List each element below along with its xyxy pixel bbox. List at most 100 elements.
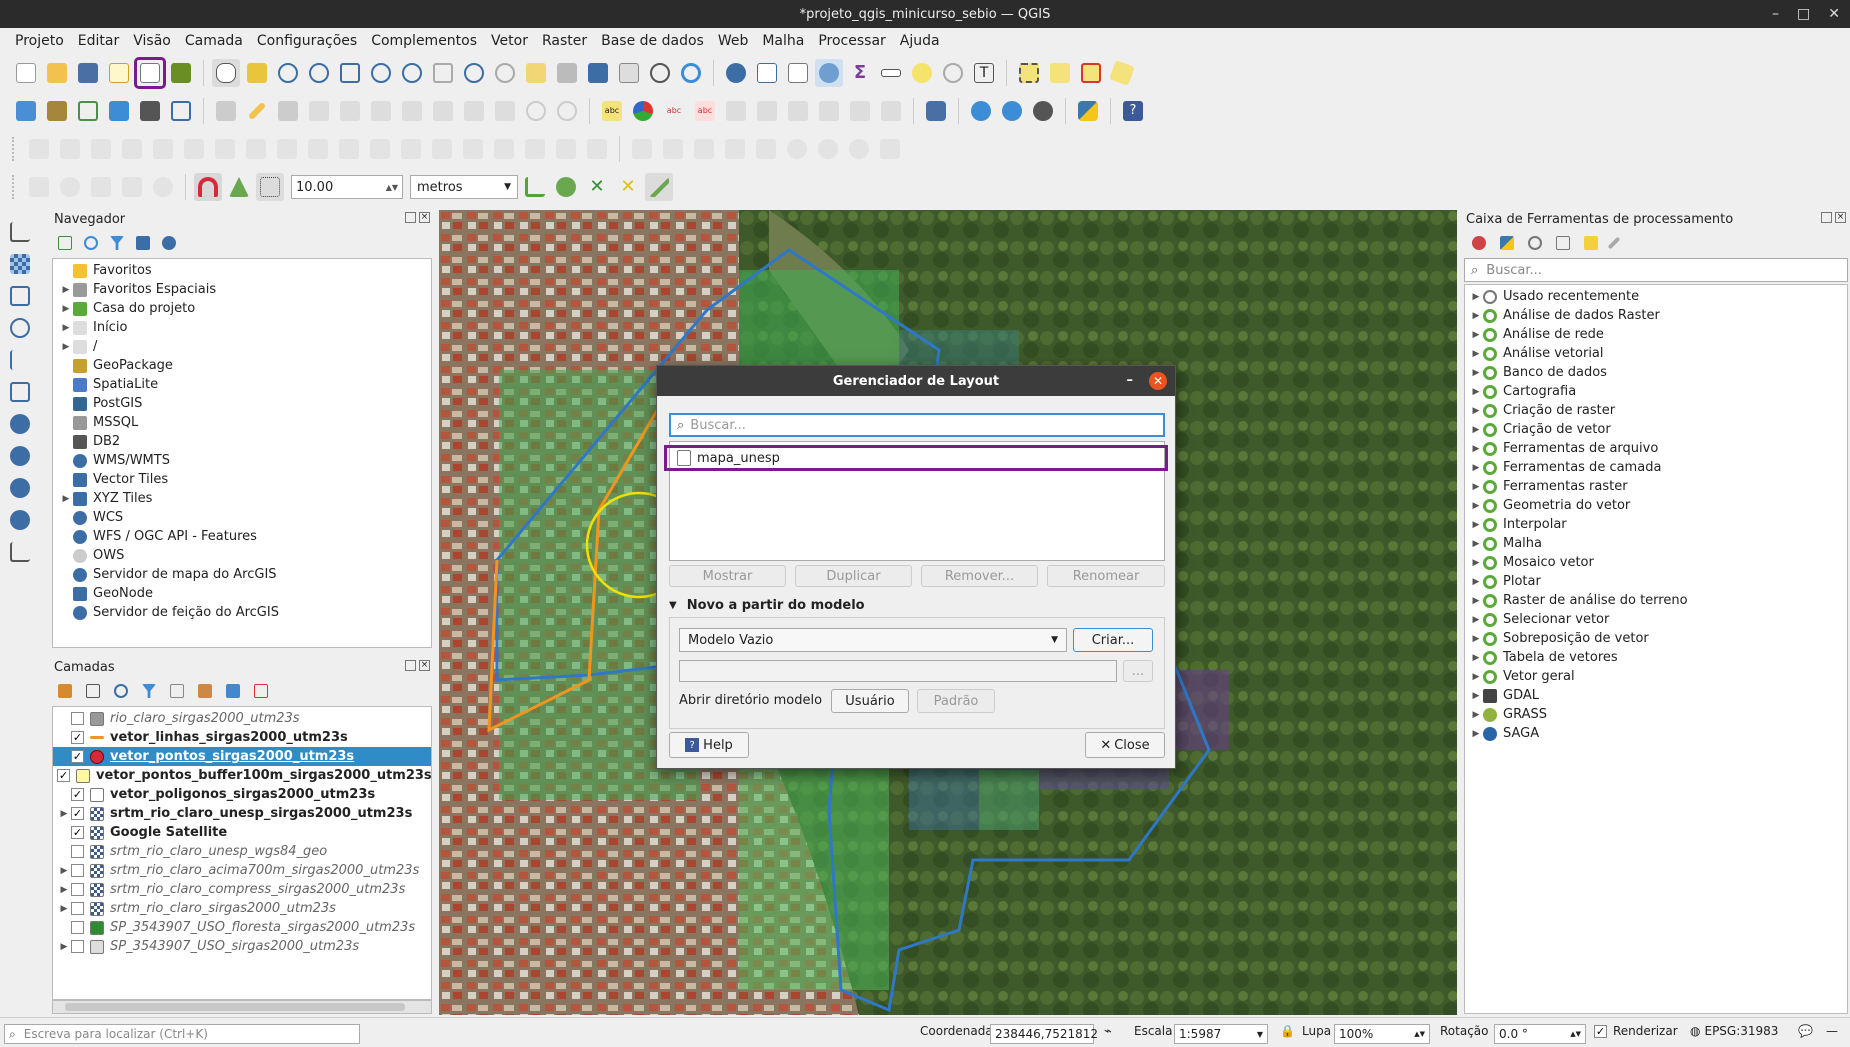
options-icon[interactable]	[1607, 236, 1621, 250]
collapse-all-icon[interactable]	[226, 684, 240, 698]
decrease-contrast-icon[interactable]	[876, 135, 904, 163]
layer-visibility-checkbox[interactable]	[71, 902, 84, 915]
toggle-editing-icon[interactable]	[243, 97, 271, 125]
highlight-labels-icon[interactable]: abc	[691, 97, 719, 125]
close-icon[interactable]: ×	[419, 212, 430, 223]
data-source-manager-icon[interactable]	[12, 97, 40, 125]
snapping-type-icon[interactable]	[225, 173, 253, 201]
navigator-item[interactable]: GeoPackage	[53, 356, 431, 375]
navigator-item[interactable]: GeoNode	[53, 584, 431, 603]
expand-arrow-icon[interactable]: ▶	[1469, 558, 1483, 568]
redo-icon[interactable]	[553, 97, 581, 125]
identify-icon[interactable]	[722, 59, 750, 87]
layer-visibility-checkbox[interactable]	[71, 921, 84, 934]
add-part-icon[interactable]	[211, 135, 239, 163]
expand-arrow-icon[interactable]: ▶	[1469, 577, 1483, 587]
rename-button[interactable]: Renomear	[1047, 565, 1165, 587]
navigator-item[interactable]: ▶ /	[53, 337, 431, 356]
python-scripts-icon[interactable]	[1500, 236, 1514, 250]
rotate-label-icon[interactable]	[753, 97, 781, 125]
delete-selected-icon[interactable]	[398, 97, 426, 125]
render-checkbox[interactable]: ✓	[1594, 1024, 1607, 1038]
menu-item[interactable]: Ajuda	[893, 33, 947, 49]
expand-arrow-icon[interactable]: ▶	[1469, 653, 1483, 663]
open-project-icon[interactable]	[43, 59, 71, 87]
template-select[interactable]: Modelo Vazio ▼	[679, 628, 1067, 652]
new-temporary-layer-icon[interactable]	[136, 97, 164, 125]
statistical-summary-icon[interactable]: Σ	[846, 59, 874, 87]
navigator-item[interactable]: OWS	[53, 546, 431, 565]
layer-item[interactable]: ✓ vetor_poligonos_sirgas2000_utm23s	[53, 785, 431, 804]
navigator-item[interactable]: Servidor de mapa do ArcGIS	[53, 565, 431, 584]
openlayers-icon[interactable]	[1029, 97, 1057, 125]
layer-visibility-checkbox[interactable]: ✓	[57, 769, 70, 782]
menu-item[interactable]: Configurações	[250, 33, 364, 49]
refresh-icon[interactable]	[84, 236, 98, 250]
navigator-item[interactable]: WMS/WMTS	[53, 451, 431, 470]
rotation-input[interactable]: 0.0 ° ▲▼	[1494, 1024, 1586, 1044]
navigator-item[interactable]: Favoritos	[53, 261, 431, 280]
style-manager-icon[interactable]	[167, 59, 195, 87]
layer-item[interactable]: ▶ ✓ srtm_rio_claro_unesp_sirgas2000_utm23s	[53, 804, 431, 823]
zoom-out-icon[interactable]	[305, 59, 333, 87]
filter-expression-icon[interactable]	[170, 684, 184, 698]
processing-provider-item[interactable]: ▶ Raster de análise do terreno	[1465, 591, 1847, 610]
processing-toolbox-icon[interactable]	[815, 59, 843, 87]
expand-arrow-icon[interactable]: ▶	[1469, 330, 1483, 340]
layout-search-input[interactable]: ⌕ Buscar...	[669, 413, 1165, 437]
processing-provider-item[interactable]: ▶ Ferramentas de arquivo	[1465, 439, 1847, 458]
attribute-table-icon[interactable]	[753, 59, 781, 87]
expand-arrow-icon[interactable]: ▶	[1469, 292, 1483, 302]
expand-arrow-icon[interactable]: ▶	[1469, 691, 1483, 701]
history-icon[interactable]	[1528, 236, 1542, 250]
align-rasters-icon[interactable]	[628, 135, 656, 163]
paste-features-icon[interactable]	[491, 97, 519, 125]
increase-contrast-icon[interactable]	[845, 135, 873, 163]
float-icon[interactable]	[405, 660, 416, 671]
processing-provider-item[interactable]: ▶ Análise vetorial	[1465, 344, 1847, 363]
layer-visibility-checkbox[interactable]: ✓	[71, 807, 84, 820]
expand-arrow-icon[interactable]: ▶	[57, 904, 71, 914]
navigator-item[interactable]: Servidor de feição do ArcGIS	[53, 603, 431, 622]
menu-item[interactable]: Visão	[126, 33, 178, 49]
copy-features-icon[interactable]	[460, 97, 488, 125]
histogram-stretch-icon[interactable]	[752, 135, 780, 163]
pin-labels-icon[interactable]: abc	[660, 97, 688, 125]
processing-provider-item[interactable]: ▶ Usado recentemente	[1465, 287, 1847, 306]
snapping-vertex-icon[interactable]	[256, 173, 284, 201]
coordinate-input[interactable]: 238446,7521812	[990, 1024, 1098, 1044]
add-vector-layer-icon[interactable]	[74, 97, 102, 125]
bookmark-icon[interactable]	[584, 59, 612, 87]
layer-visibility-checkbox[interactable]: ✓	[71, 750, 84, 763]
avoid-overlap-icon[interactable]: ✕	[583, 173, 611, 201]
processing-search-input[interactable]: ⌕ Buscar...	[1464, 258, 1848, 282]
expand-arrow-icon[interactable]: ▶	[1469, 520, 1483, 530]
menu-item[interactable]: Editar	[71, 33, 126, 49]
help-button[interactable]: ? Help	[669, 732, 749, 758]
delete-part-icon[interactable]	[304, 135, 332, 163]
snapping-units-select[interactable]: metros ▼	[410, 175, 518, 199]
layer-visibility-checkbox[interactable]	[71, 864, 84, 877]
remove-button[interactable]: Remover...	[921, 565, 1038, 587]
python-console-icon[interactable]	[1074, 97, 1102, 125]
add-vector-tile-icon[interactable]	[6, 538, 34, 566]
processing-provider-item[interactable]: ▶ Geometria do vetor	[1465, 496, 1847, 515]
layer-item[interactable]: ▶ SP_3543907_USO_sirgas2000_utm23s	[53, 937, 431, 956]
split-parts-icon[interactable]	[490, 135, 518, 163]
increase-brightness-icon[interactable]	[783, 135, 811, 163]
deselect-features-icon[interactable]	[1077, 59, 1105, 87]
layer-item[interactable]: ✓ vetor_pontos_sirgas2000_utm23s	[53, 747, 431, 766]
annotation-polygon-icon[interactable]	[118, 173, 146, 201]
expand-arrow-icon[interactable]: ▶	[1469, 311, 1483, 321]
filter-icon[interactable]	[110, 236, 124, 250]
expand-arrow-icon[interactable]: ▶	[1469, 425, 1483, 435]
merge-features-icon[interactable]	[521, 135, 549, 163]
new-3d-view-icon[interactable]	[553, 59, 581, 87]
create-button[interactable]: Criar...	[1073, 628, 1153, 652]
expand-arrow-icon[interactable]: ▶	[1469, 482, 1483, 492]
expand-arrow-icon[interactable]: ▶	[1469, 729, 1483, 739]
rotate-symbols-icon[interactable]	[583, 135, 611, 163]
select-features-icon[interactable]	[1015, 59, 1043, 87]
fill-ring-icon[interactable]	[242, 135, 270, 163]
georeferencer-icon[interactable]	[659, 135, 687, 163]
